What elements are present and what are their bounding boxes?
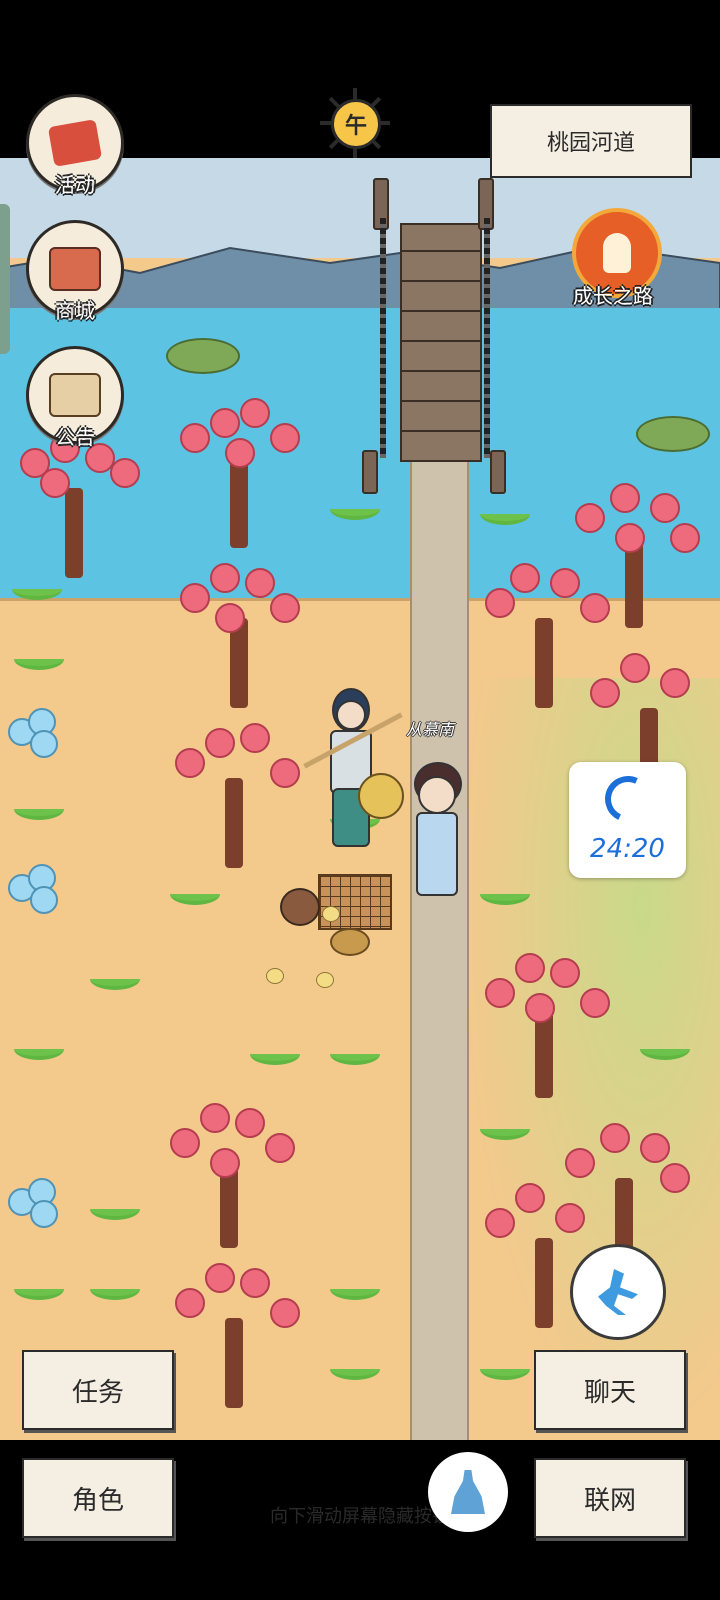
grass-tuft (90, 1198, 140, 1220)
chick (316, 972, 334, 988)
meditate-button[interactable] (428, 1452, 508, 1532)
location-name: 桃园河道 (490, 104, 692, 178)
notice-label: 公告 (55, 425, 95, 449)
clover-plant (8, 864, 58, 924)
auto-run-button[interactable] (570, 1244, 666, 1340)
lily-pad (636, 416, 710, 452)
grass-tuft (480, 1358, 530, 1380)
peach-tree (175, 558, 305, 708)
grass-tuft (250, 1043, 300, 1065)
grass-tuft (14, 1278, 64, 1300)
grass-tuft (330, 1358, 380, 1380)
peach-tree (165, 1098, 295, 1248)
running-man-icon (598, 1269, 638, 1315)
bridge-chain (484, 218, 490, 458)
grass-tuft (330, 1043, 380, 1065)
peach-tree (175, 398, 305, 548)
grass-tuft (90, 968, 140, 990)
peach-tree (480, 948, 610, 1098)
call-overlay[interactable]: 24:20 (569, 762, 686, 878)
activity-label: 活动 (55, 173, 95, 197)
shop-icon (49, 247, 101, 291)
peach-tree (10, 428, 140, 578)
peach-tree (170, 718, 300, 868)
peach-tree (170, 1258, 300, 1408)
growth-path-icon (603, 233, 631, 273)
npc-name-label: 从慕南 (406, 720, 455, 739)
grass-tuft (90, 1278, 140, 1300)
nest (330, 928, 370, 956)
growth-path-label: 成长之路 (573, 284, 653, 308)
npc-character[interactable] (400, 758, 470, 908)
player-character[interactable] (303, 678, 404, 848)
task-button[interactable]: 任务 (22, 1350, 174, 1430)
notice-button[interactable]: 公告 (26, 346, 124, 449)
time-badge: 午 (331, 99, 381, 149)
shop-label: 商城 (55, 299, 95, 323)
bridge-post (362, 450, 378, 494)
grass-tuft (12, 578, 62, 600)
grass-tuft (480, 883, 530, 905)
bridge-chain (380, 218, 386, 458)
chick (266, 968, 284, 984)
rope-bridge[interactable] (400, 223, 482, 462)
side-drawer-handle[interactable] (0, 204, 10, 354)
dirt-road (410, 458, 469, 1440)
hen (280, 888, 320, 926)
grass-tuft (14, 1038, 64, 1060)
chick (322, 906, 340, 922)
meditation-icon (451, 1470, 485, 1514)
clover-plant (8, 708, 58, 768)
grass-tuft (330, 1278, 380, 1300)
phone-icon (598, 769, 657, 829)
grass-tuft (14, 798, 64, 820)
bridge-post (490, 450, 506, 494)
grass-tuft (480, 1118, 530, 1140)
notice-icon (49, 373, 101, 417)
grass-tuft (640, 1038, 690, 1060)
hide-buttons-hint: 向下滑动屏幕隐藏按钮 (270, 1506, 450, 1527)
activity-button[interactable]: 活动 (26, 94, 124, 197)
grass-tuft (330, 498, 380, 520)
time-of-day-sun-icon: 午 (320, 88, 390, 158)
lily-pad (166, 338, 240, 374)
chat-button[interactable]: 聊天 (534, 1350, 686, 1430)
banner-icon (47, 119, 103, 167)
grass-tuft (14, 648, 64, 670)
clover-plant (8, 1178, 58, 1238)
call-duration: 24:20 (590, 834, 665, 864)
shop-button[interactable]: 商城 (26, 220, 124, 323)
grass-tuft (480, 503, 530, 525)
grass-tuft (170, 883, 220, 905)
